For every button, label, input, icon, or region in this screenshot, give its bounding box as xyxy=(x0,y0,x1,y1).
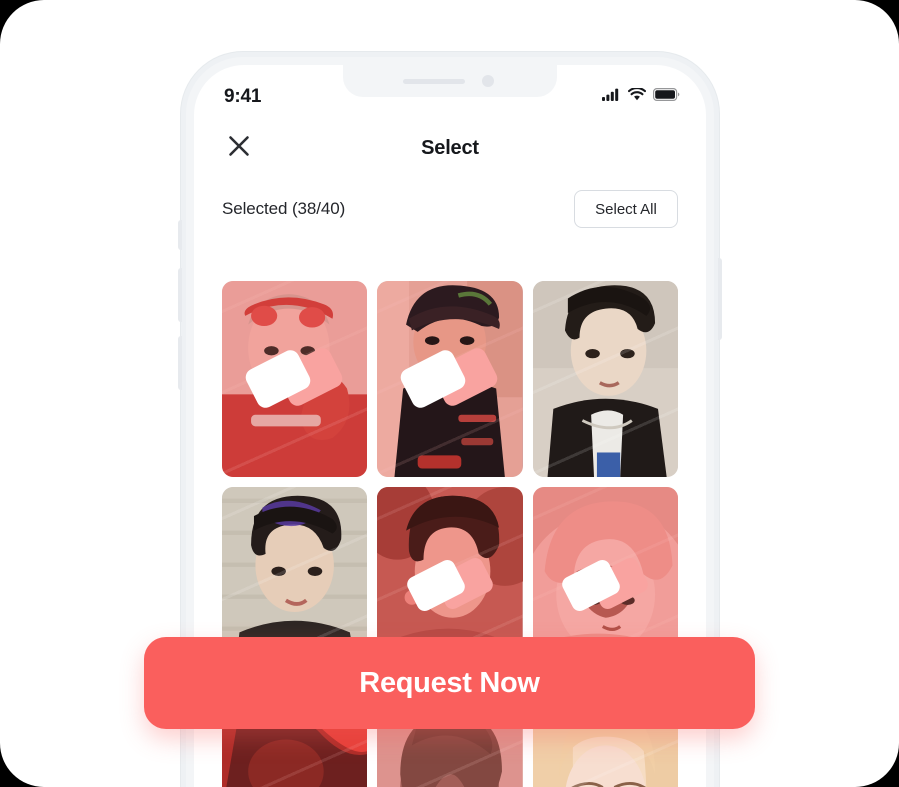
status-bar-icons xyxy=(602,87,680,106)
battery-icon xyxy=(653,88,680,106)
select-all-button[interactable]: Select All xyxy=(574,190,678,228)
wifi-icon xyxy=(627,87,647,106)
canvas: 9:41 Select Selected (38/40) Select All … xyxy=(0,0,899,787)
navigation-bar: Select xyxy=(194,119,706,177)
close-icon xyxy=(227,134,251,163)
device-notch xyxy=(343,65,557,97)
page-title: Select xyxy=(421,136,479,159)
photo-grid-item[interactable] xyxy=(222,281,368,478)
selected-count-label: Selected (38/40) xyxy=(222,199,346,218)
speaker-grille-icon xyxy=(402,78,465,84)
photo-grid-item[interactable] xyxy=(377,281,523,478)
device-volume-down-button[interactable] xyxy=(178,336,182,390)
device-volume-up-button[interactable] xyxy=(178,268,182,322)
cellular-signal-icon xyxy=(602,88,621,106)
close-button[interactable] xyxy=(222,131,256,165)
status-bar-time: 9:41 xyxy=(224,86,262,107)
device-mute-switch[interactable] xyxy=(178,220,182,250)
front-camera-icon xyxy=(481,75,494,87)
device-power-button[interactable] xyxy=(718,258,722,340)
request-now-button[interactable]: Request Now xyxy=(144,637,755,729)
selection-header: Selected (38/40) Select All xyxy=(194,177,706,241)
photo-grid-item[interactable] xyxy=(532,281,678,478)
